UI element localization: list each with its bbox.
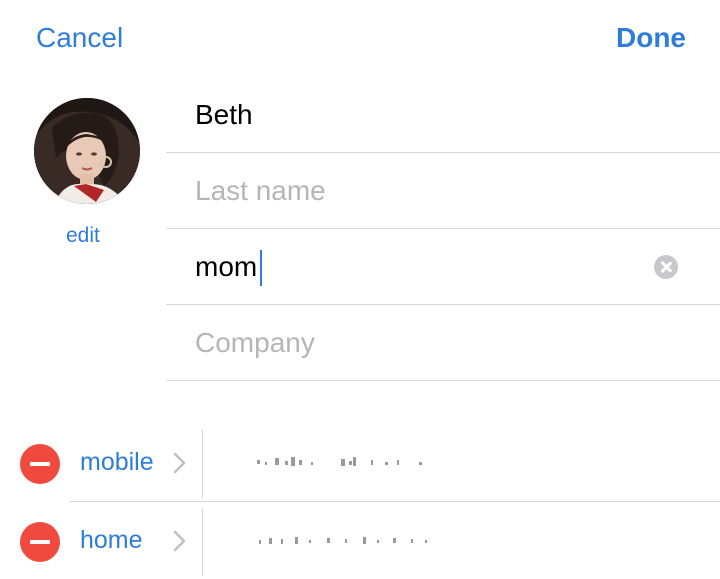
chevron-right-icon[interactable] [172, 452, 188, 474]
first-name-field[interactable] [195, 77, 635, 153]
portrait-illustration-icon [34, 98, 140, 204]
phone-row-mobile: mobile [0, 425, 720, 501]
phone-row-home: home [0, 503, 720, 579]
nickname-row [166, 229, 720, 305]
clear-text-icon[interactable] [654, 255, 678, 279]
last-name-field[interactable] [195, 153, 635, 229]
chevron-right-icon[interactable] [172, 530, 188, 552]
phone-label-mobile[interactable]: mobile [80, 448, 154, 477]
divider [202, 430, 203, 498]
blurred-phone-number[interactable] [235, 448, 675, 478]
remove-phone-button[interactable] [20, 522, 60, 562]
phone-label-home[interactable]: home [80, 526, 143, 555]
row-divider [70, 501, 720, 502]
contact-photo[interactable] [34, 98, 140, 204]
blurred-phone-number[interactable] [235, 526, 675, 556]
company-field[interactable] [195, 305, 635, 381]
divider [202, 508, 203, 576]
company-row [166, 305, 720, 381]
edit-photo-link[interactable]: edit [66, 224, 100, 248]
text-cursor [260, 250, 262, 286]
remove-phone-button[interactable] [20, 444, 60, 484]
last-name-row [166, 153, 720, 229]
done-button[interactable]: Done [616, 20, 686, 56]
first-name-row [166, 77, 720, 153]
cancel-button[interactable]: Cancel [36, 20, 123, 56]
